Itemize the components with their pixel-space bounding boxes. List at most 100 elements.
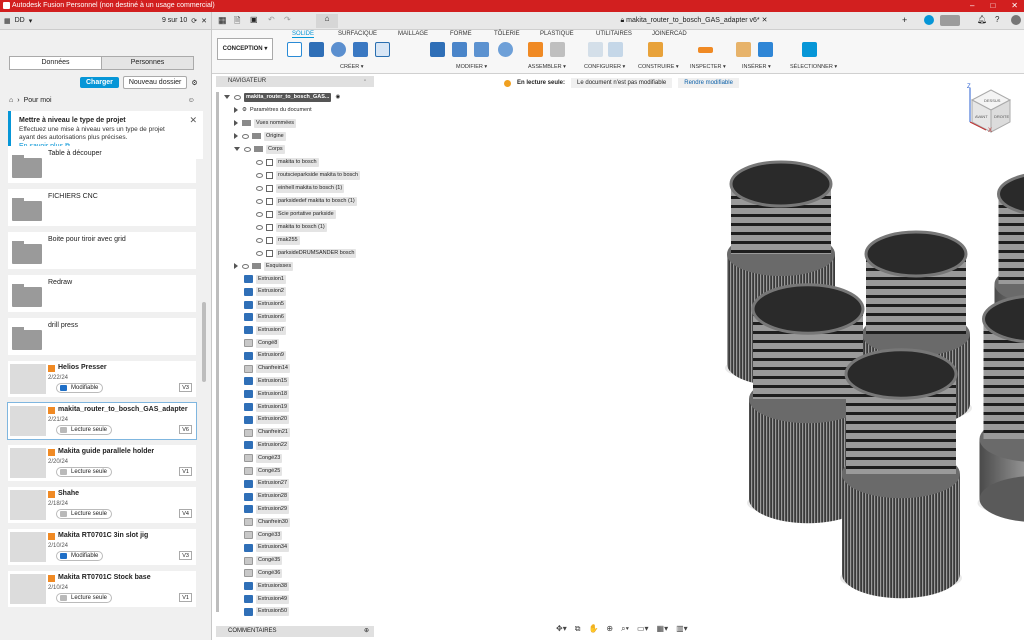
measure-icon[interactable] — [698, 47, 713, 53]
orbit-icon[interactable]: ✥▾ — [556, 624, 567, 634]
version-badge[interactable]: V4 — [179, 509, 192, 518]
help-icon[interactable]: ? — [995, 15, 999, 24]
list-item[interactable]: Makita guide parallele holder 2/20/24 Lect… — [8, 445, 196, 481]
list-item[interactable]: Helios Presser 2/22/24 Modifiable V3 — [8, 361, 196, 397]
status-badge[interactable]: Lecture seule — [56, 509, 113, 519]
tab-people[interactable]: Personnes — [101, 57, 193, 69]
feature-row[interactable]: Extrusion9 — [244, 350, 286, 362]
new-component-icon[interactable] — [528, 42, 543, 57]
feature-row[interactable]: Congé35 — [244, 555, 283, 567]
status-badge[interactable]: Modifiable — [56, 551, 104, 561]
list-item[interactable]: Table à découper — [8, 146, 196, 183]
hole-icon[interactable] — [353, 42, 368, 57]
feature-row[interactable]: Congé25 — [244, 465, 283, 477]
eye-icon[interactable] — [244, 146, 251, 152]
feature-row[interactable]: Extrusion2 — [244, 286, 286, 298]
group-configure[interactable]: CONFIGURER ▾ — [584, 64, 625, 70]
status-badge[interactable]: Lecture seule — [56, 467, 113, 477]
browser-node[interactable]: Esquisses — [234, 260, 294, 272]
feature-row[interactable]: Extrusion19 — [244, 401, 290, 413]
viewports-icon[interactable]: ▥▾ — [676, 624, 688, 634]
group-select[interactable]: SÉLECTIONNER ▾ — [790, 64, 837, 70]
version-badge[interactable]: V1 — [179, 593, 192, 602]
tab-plastic[interactable]: PLASTIQUE — [540, 31, 574, 37]
home-icon[interactable]: ⌂ — [316, 14, 338, 28]
list-item[interactable]: drill press — [8, 318, 196, 355]
body-row[interactable]: Scie portative parkside — [256, 208, 336, 220]
minimize-icon[interactable]: – — [970, 0, 974, 12]
feature-row[interactable]: Chanfrein21 — [244, 427, 290, 439]
scrollbar[interactable] — [216, 92, 219, 612]
feature-row[interactable]: Extrusion49 — [244, 593, 290, 605]
grid-settings-icon[interactable]: ▦▾ — [657, 624, 669, 634]
body-row[interactable]: makita to bosch (1) — [256, 221, 327, 233]
grid-icon[interactable]: ▦ — [4, 17, 11, 25]
file-icon[interactable]: 🗎 — [234, 15, 240, 29]
tab-mesh[interactable]: MAILLAGE — [398, 31, 428, 37]
combine-icon[interactable] — [498, 42, 513, 57]
workspace-name[interactable]: DD — [15, 17, 25, 24]
collapse-icon[interactable]: ◦ — [364, 76, 366, 87]
feature-row[interactable]: Extrusion5 — [244, 299, 286, 311]
feature-row[interactable]: Congé33 — [244, 529, 283, 541]
browser-node[interactable]: Corps — [234, 143, 285, 155]
tab-utilities[interactable]: UTILITAIRES — [596, 31, 632, 37]
feature-row[interactable]: Extrusion29 — [244, 503, 290, 515]
fit-icon[interactable]: ⌕▾ — [621, 624, 629, 634]
feature-row[interactable]: Extrusion18 — [244, 388, 290, 400]
model-render[interactable]: DESSUS AVANT DROITE Z X — [376, 74, 1024, 640]
avatar[interactable] — [1011, 15, 1021, 25]
breadcrumb-label[interactable]: Pour moi — [24, 97, 52, 104]
feature-row[interactable]: Extrusion22 — [244, 439, 290, 451]
chevron-down-icon[interactable]: ▾ — [29, 17, 33, 25]
save-icon[interactable]: ▣ — [250, 15, 258, 24]
grid-icon[interactable]: ▦ — [218, 15, 227, 26]
feature-row[interactable]: Extrusion1 — [244, 273, 286, 285]
list-item[interactable]: Makita RT0701C 3in slot jig 2/10/24 Modifi… — [8, 529, 196, 565]
version-badge[interactable]: V3 — [179, 551, 192, 560]
comments-bar[interactable]: COMMENTAIRES ⊕ — [216, 626, 374, 637]
configure-icon[interactable] — [588, 42, 603, 57]
status-badge[interactable]: Lecture seule — [56, 425, 113, 435]
list-item[interactable]: Makita RT0701C Stock base 2/10/24 Lecture … — [8, 571, 196, 607]
extrude-icon[interactable] — [309, 42, 324, 57]
tab-solid[interactable]: SOLIDE — [292, 31, 315, 38]
insert-icon[interactable] — [736, 42, 751, 57]
tab-surface[interactable]: SURFACIQUE — [338, 31, 377, 37]
joint-icon[interactable] — [550, 42, 565, 57]
new-folder-button[interactable]: Nouveau dossier — [122, 76, 188, 89]
feature-row[interactable]: Extrusion50 — [244, 606, 290, 618]
body-row[interactable]: routscieparkside makita to bosch — [256, 169, 361, 181]
revolve-icon[interactable] — [331, 42, 346, 57]
radio-icon[interactable]: ◉ — [335, 94, 340, 100]
feature-row[interactable]: Extrusion7 — [244, 324, 286, 336]
close-icon[interactable]: ✕ — [189, 115, 197, 126]
shell-icon[interactable] — [474, 42, 489, 57]
close-icon[interactable]: ✕ — [1011, 0, 1018, 12]
feature-row[interactable]: Congé23 — [244, 452, 283, 464]
workspace-switcher[interactable]: CONCEPTION ▾ — [217, 38, 273, 60]
feature-row[interactable]: Congé36 — [244, 567, 283, 579]
feature-row[interactable]: Extrusion38 — [244, 580, 290, 592]
jobs-icon[interactable] — [940, 15, 960, 26]
version-badge[interactable]: V1 — [179, 467, 192, 476]
group-modify[interactable]: MODIFIER ▾ — [456, 64, 487, 70]
select-icon[interactable] — [802, 42, 817, 57]
eye-icon[interactable] — [234, 94, 241, 100]
redo-icon[interactable]: ↷ — [284, 15, 291, 24]
tab-sheetmetal[interactable]: TÔLERIE — [494, 31, 520, 37]
browser-node[interactable]: Vues nommées — [234, 117, 297, 129]
body-row[interactable]: mak255 — [256, 234, 300, 246]
tab-form[interactable]: FORME — [450, 31, 472, 37]
feature-row[interactable]: Chanfrein14 — [244, 363, 290, 375]
new-tab-icon[interactable]: + — [902, 15, 907, 25]
group-create[interactable]: CRÉER ▾ — [340, 64, 364, 70]
body-row[interactable]: parksidedef makita to bosch (1) — [256, 195, 357, 207]
table-icon[interactable] — [608, 42, 623, 57]
fillet-icon[interactable] — [452, 42, 467, 57]
pattern-icon[interactable] — [375, 42, 390, 57]
press-pull-icon[interactable] — [430, 42, 445, 57]
group-inspect[interactable]: INSPECTER ▾ — [690, 64, 726, 70]
offset-plane-icon[interactable] — [648, 42, 663, 57]
feature-row[interactable]: Extrusion20 — [244, 414, 290, 426]
